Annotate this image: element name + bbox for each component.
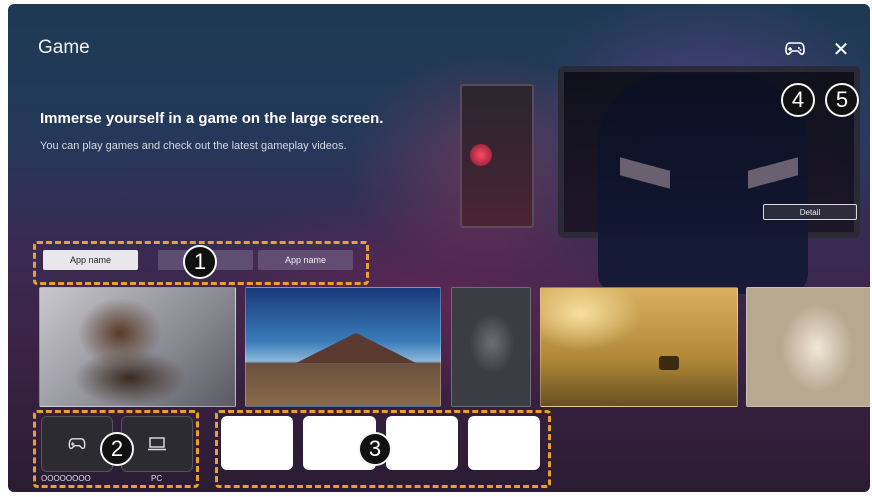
video-thumbnail-cat[interactable] <box>39 287 236 407</box>
background-pc-light <box>470 144 492 166</box>
device-label: PC <box>151 474 163 483</box>
callout-badge-2: 2 <box>100 432 134 466</box>
mountain-shape <box>296 333 416 363</box>
page-title: Game <box>38 37 90 58</box>
video-thumbnail-mountains[interactable] <box>245 287 441 407</box>
video-thumbnail-gray-cat[interactable] <box>451 287 531 407</box>
video-thumbnail-deer[interactable] <box>540 287 738 407</box>
content-card[interactable] <box>386 416 458 470</box>
callout-badge-4: 4 <box>781 83 815 117</box>
laptop-icon <box>148 437 166 451</box>
gamepad-icon[interactable] <box>783 38 807 60</box>
content-card[interactable] <box>468 416 540 470</box>
hero-headline: Immerse yourself in a game on the large … <box>40 110 384 127</box>
background-gaming-chair <box>598 74 808 294</box>
callout-badge-1: 1 <box>183 245 217 279</box>
device-label: OOOOOOOO <box>41 474 91 483</box>
app-tab[interactable]: App name <box>258 250 353 270</box>
content-card[interactable] <box>221 416 293 470</box>
close-icon[interactable]: ✕ <box>829 38 853 61</box>
app-tab[interactable]: App name <box>43 250 138 270</box>
detail-button[interactable]: Detail <box>763 204 857 220</box>
deer-shape <box>659 356 679 370</box>
callout-badge-3: 3 <box>358 432 392 466</box>
game-screen: Game ✕ Immerse yourself in a game on the… <box>8 4 870 492</box>
gamepad-icon <box>68 438 86 450</box>
hero-subtitle: You can play games and check out the lat… <box>40 140 347 152</box>
video-thumbnail-owl[interactable] <box>746 287 870 407</box>
callout-badge-5: 5 <box>825 83 859 117</box>
